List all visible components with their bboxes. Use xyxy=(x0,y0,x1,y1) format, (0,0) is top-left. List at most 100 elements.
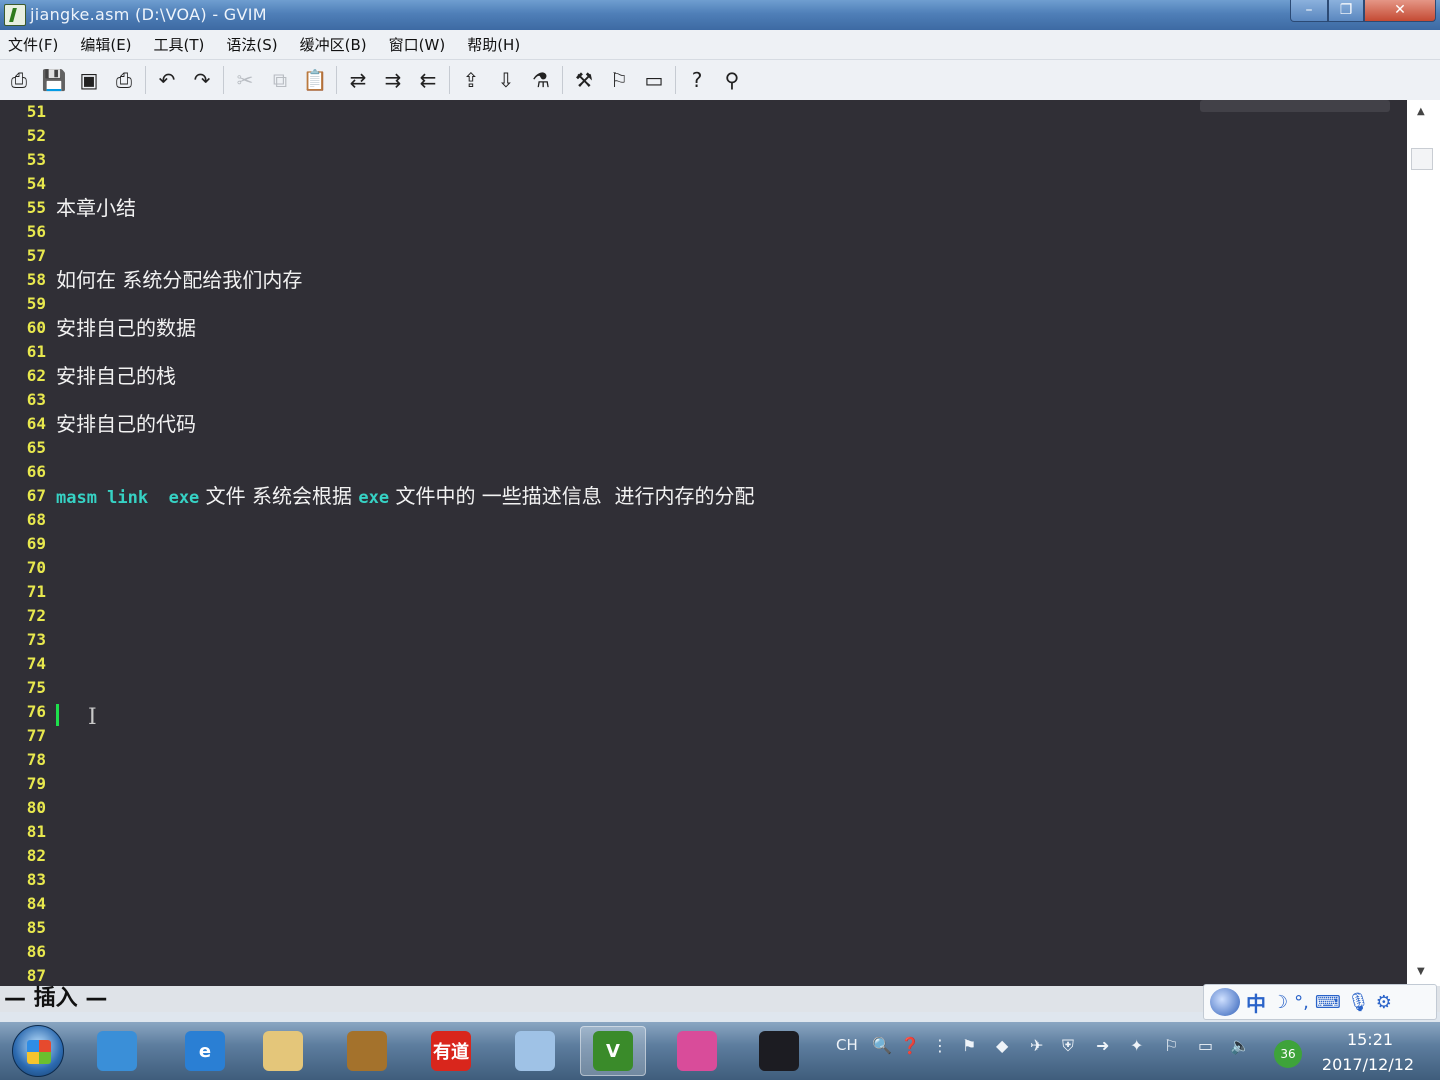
load-session-icon[interactable]: ⇪ xyxy=(456,65,486,95)
tags-icon[interactable]: ▭ xyxy=(639,65,669,95)
shell-icon[interactable]: ⚐ xyxy=(604,65,634,95)
red-app-icon[interactable]: ✦ xyxy=(1130,1036,1143,1055)
taskbar-obs[interactable] xyxy=(746,1026,812,1076)
scroll-up-icon[interactable]: ▲ xyxy=(1417,106,1425,117)
ime-mode-toggle[interactable]: 中 xyxy=(1246,988,1266,1017)
title-bar: jiangke.asm (D:\VOA) - GVIM – ❐ ✕ xyxy=(0,0,1440,30)
search-icon[interactable]: 🔍 xyxy=(872,1036,892,1055)
taskbar-book-app-icon xyxy=(347,1031,387,1071)
plain-text: 文件 系统会根据 xyxy=(199,484,359,508)
line-text: masm link exe 文件 系统会根据 exe 文件中的 一些描述信息 进… xyxy=(56,484,755,510)
green-app-icon[interactable]: ◆ xyxy=(996,1036,1008,1055)
vertical-scrollbar[interactable]: ▲ ▼ xyxy=(1407,100,1440,986)
action-center-icon[interactable]: ⚐ xyxy=(1164,1036,1178,1055)
line-number: 62 xyxy=(26,366,46,385)
menu-window[interactable]: 窗口(W) xyxy=(389,34,446,55)
print-icon[interactable]: ⎙ xyxy=(109,65,139,95)
redo-icon[interactable]: ↷ xyxy=(187,65,217,95)
taskbar-gvim[interactable]: V xyxy=(580,1026,646,1076)
find-help-icon[interactable]: ⚲ xyxy=(717,65,747,95)
menu-help[interactable]: 帮助(H) xyxy=(467,34,520,55)
flag-icon[interactable]: ⚑ xyxy=(962,1036,976,1055)
ime-toolbar: 中 ☽ °, ⌨ 🎙 ⚙ xyxy=(1203,984,1437,1020)
taskbar-ie[interactable]: e xyxy=(172,1026,238,1076)
punctuation-icon[interactable]: °, xyxy=(1294,992,1309,1013)
line-number: 86 xyxy=(26,942,46,961)
line-number: 79 xyxy=(26,774,46,793)
line-text: 本章小结 xyxy=(56,196,136,220)
taskbar-color-app[interactable] xyxy=(664,1026,730,1076)
line-text: 安排自己的代码 xyxy=(56,412,196,436)
gvim-app-icon[interactable] xyxy=(4,4,26,26)
replace-icon[interactable]: ⇄ xyxy=(343,65,373,95)
scroll-thumb[interactable] xyxy=(1411,148,1433,170)
close-button[interactable]: ✕ xyxy=(1364,0,1436,22)
line-number: 58 xyxy=(26,270,46,289)
line-number: 82 xyxy=(26,846,46,865)
moon-icon[interactable]: ☽ xyxy=(1272,992,1288,1013)
shield-icon[interactable]: ⛨ xyxy=(1062,1036,1074,1056)
line-number: 80 xyxy=(26,798,46,817)
network-icon[interactable]: ⋮ xyxy=(932,1036,948,1055)
language-indicator[interactable]: CH xyxy=(836,1036,858,1054)
menu-edit[interactable]: 编辑(E) xyxy=(80,34,131,55)
scroll-down-icon[interactable]: ▼ xyxy=(1417,966,1425,977)
taskbar-explorer[interactable] xyxy=(250,1026,316,1076)
open-icon[interactable]: ⎙ xyxy=(4,65,34,95)
mouse-ibeam-icon: I xyxy=(88,705,97,730)
plain-text: 文件中的 一些描述信息 进行内存的分配 xyxy=(389,484,755,508)
taskbar-color-app-icon xyxy=(677,1031,717,1071)
keyword-text: masm link exe xyxy=(56,488,200,508)
line-text: 安排自己的栈 xyxy=(56,364,176,388)
menu-tools[interactable]: 工具(T) xyxy=(154,34,205,55)
settings-icon[interactable]: ⚙ xyxy=(1376,992,1392,1013)
toolbar-separator xyxy=(449,66,450,94)
clock-time[interactable]: 15:21 xyxy=(1340,1030,1400,1049)
volume-icon[interactable]: 🔈 xyxy=(1230,1036,1250,1055)
find-prev-icon[interactable]: ⇇ xyxy=(413,65,443,95)
line-number: 61 xyxy=(26,342,46,361)
display-icon[interactable]: ▭ xyxy=(1198,1036,1213,1055)
taskbar: e 有道 V xyxy=(0,1022,1440,1080)
tool-icon[interactable]: ✈ xyxy=(1030,1036,1043,1055)
clock-date[interactable]: 2017/12/12 xyxy=(1318,1055,1418,1074)
find-next-icon[interactable]: ⇉ xyxy=(378,65,408,95)
line-number: 67 xyxy=(26,486,46,505)
line-number: 59 xyxy=(26,294,46,313)
line-number: 71 xyxy=(26,582,46,601)
paste-icon[interactable]: 📋 xyxy=(300,65,330,95)
save-all-icon[interactable]: ▣ xyxy=(74,65,104,95)
line-number: 84 xyxy=(26,894,46,913)
ime-logo-icon[interactable] xyxy=(1210,988,1240,1016)
menu-file[interactable]: 文件(F) xyxy=(8,34,58,55)
maximize-button[interactable]: ❐ xyxy=(1328,0,1364,22)
editor-area[interactable]: 51 52 53 54 55 本章小结 56 57 58 如何在 系统分配给我们内存 59 60 安排自… xyxy=(0,100,1407,986)
badge-icon[interactable]: 36 xyxy=(1274,1040,1302,1068)
line-number: 57 xyxy=(26,246,46,265)
menu-syntax[interactable]: 语法(S) xyxy=(226,34,277,55)
help-icon[interactable]: ? xyxy=(682,65,712,95)
save-session-icon[interactable]: ⇩ xyxy=(491,65,521,95)
taskbar-app-store[interactable] xyxy=(84,1026,150,1076)
start-button[interactable] xyxy=(12,1025,64,1077)
save-icon[interactable]: 💾 xyxy=(39,65,69,95)
menu-buffers[interactable]: 缓冲区(B) xyxy=(300,34,367,55)
help-tray-icon[interactable]: ❓ xyxy=(900,1036,920,1055)
run-script-icon[interactable]: ⚗ xyxy=(526,65,556,95)
line-number: 68 xyxy=(26,510,46,529)
minimize-button[interactable]: – xyxy=(1290,0,1328,22)
keyword-text: exe xyxy=(358,488,390,508)
microphone-icon[interactable]: 🎙 xyxy=(1347,992,1370,1013)
toolbar-separator xyxy=(336,66,337,94)
line-number: 54 xyxy=(26,174,46,193)
keyboard-icon[interactable]: ⌨ xyxy=(1315,992,1341,1013)
undo-icon[interactable]: ↶ xyxy=(152,65,182,95)
toolbar-separator xyxy=(675,66,676,94)
make-icon[interactable]: ⚒ xyxy=(569,65,599,95)
taskbar-book-app[interactable] xyxy=(334,1026,400,1076)
taskbar-notepad[interactable] xyxy=(502,1026,568,1076)
taskbar-ie-icon: e xyxy=(185,1031,225,1071)
arrow-icon[interactable]: ➜ xyxy=(1096,1036,1109,1055)
taskbar-gvim-icon: V xyxy=(593,1031,633,1071)
taskbar-youdao[interactable]: 有道 xyxy=(418,1026,484,1076)
